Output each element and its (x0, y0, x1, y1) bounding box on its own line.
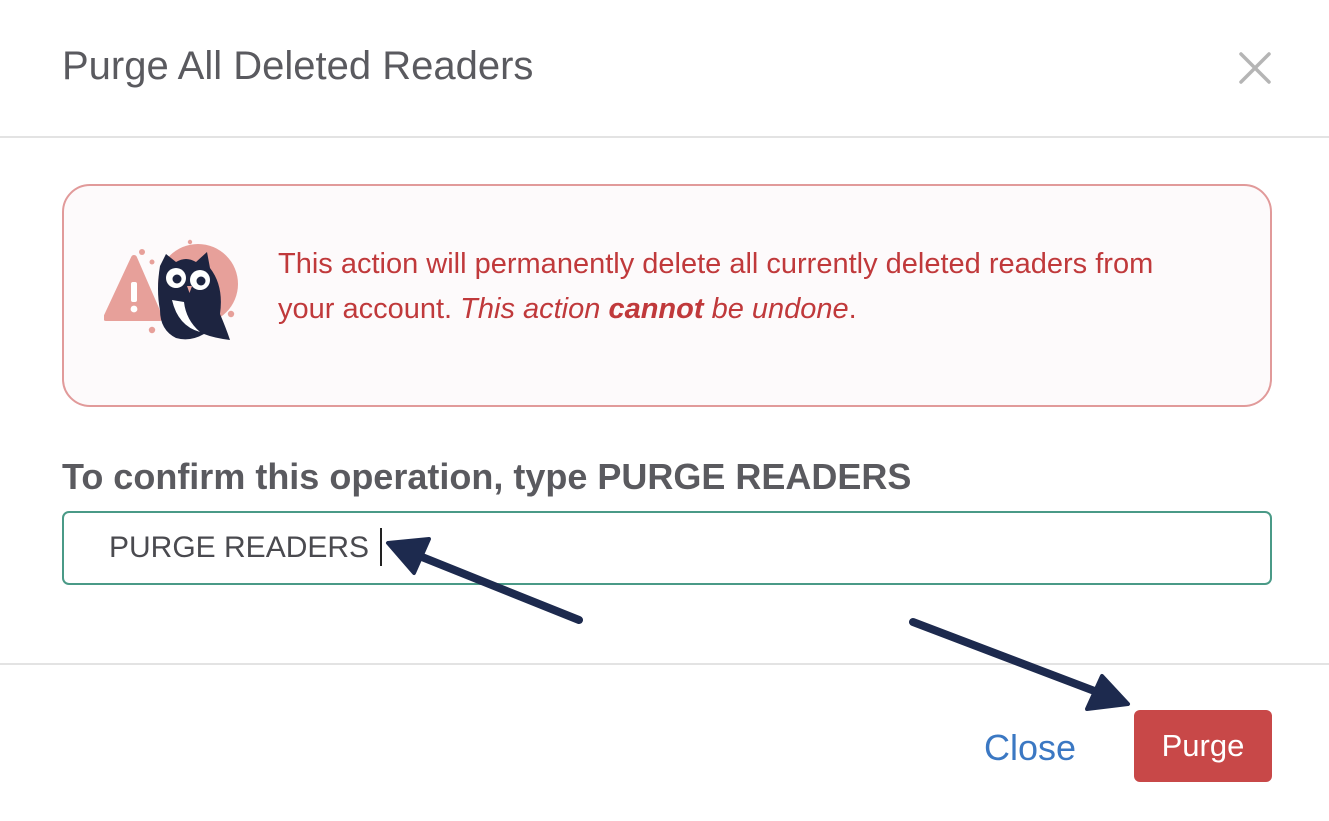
modal-title: Purge All Deleted Readers (62, 44, 534, 88)
modal-header: Purge All Deleted Readers (0, 0, 1329, 138)
footer-divider (0, 663, 1329, 665)
purge-button[interactable]: Purge (1134, 710, 1272, 782)
alert-text-italic: This action (460, 293, 609, 325)
owl-warning-icon (104, 239, 238, 340)
alert-text-period: . (848, 293, 857, 325)
close-button[interactable]: Close (972, 720, 1088, 776)
alert-text-italic-end: be undone (703, 293, 849, 325)
alert-text-bold: cannot (608, 293, 704, 325)
alert-message: This action will permanently delete all … (278, 242, 1198, 332)
confirm-input[interactable] (62, 511, 1272, 585)
text-cursor (380, 528, 382, 566)
confirm-label: To confirm this operation, type PURGE RE… (62, 456, 912, 497)
warning-alert: This action will permanently delete all … (62, 184, 1272, 407)
close-x-icon[interactable] (1237, 50, 1273, 86)
purge-readers-modal: Purge All Deleted Readers This action wi… (0, 0, 1329, 821)
